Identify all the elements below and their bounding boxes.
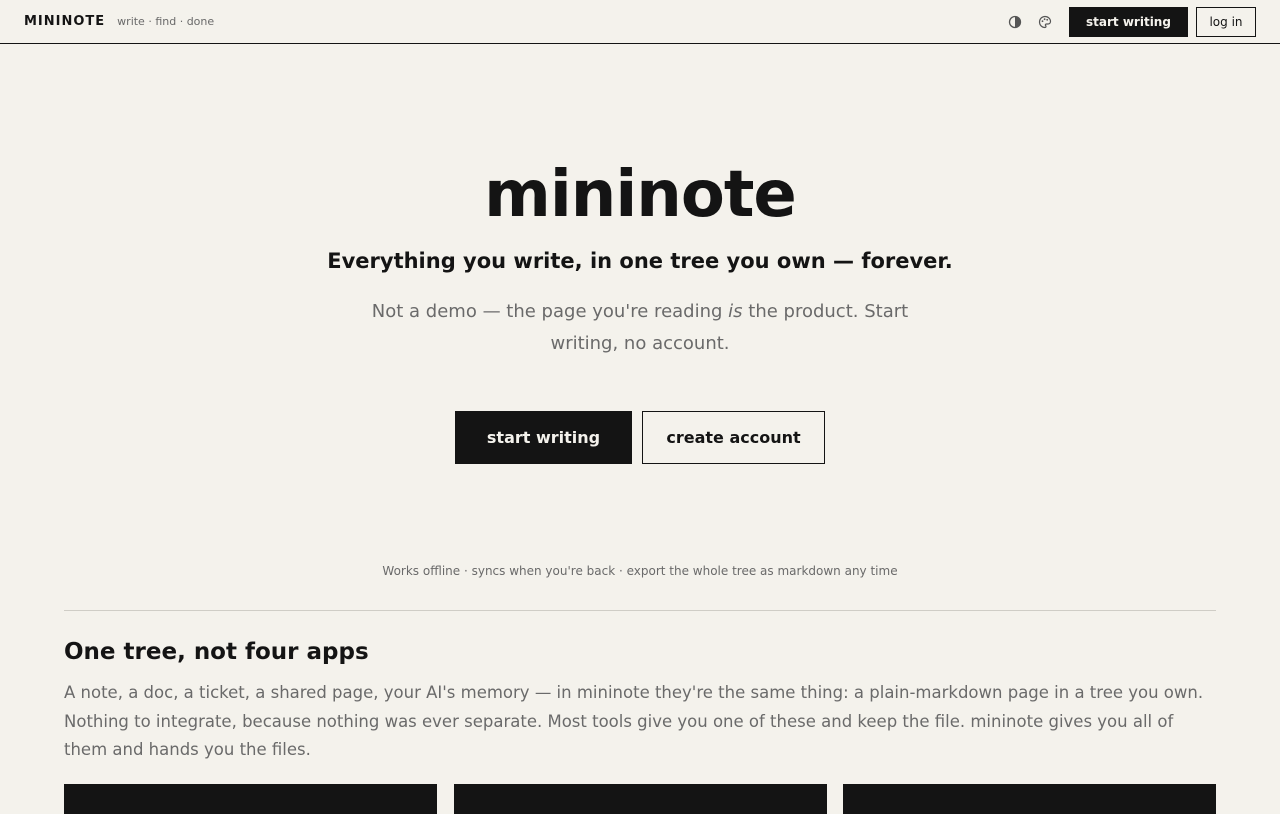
- section-title: One tree, not four apps: [64, 639, 369, 665]
- feature-cards: [64, 784, 1216, 814]
- feature-card[interactable]: [453, 784, 827, 814]
- tagline: write · find · done: [117, 15, 215, 28]
- start-writing-button[interactable]: start writing: [455, 411, 632, 464]
- brand-logo[interactable]: MININOTE: [24, 14, 105, 29]
- top-nav-actions: start writing log in: [1007, 6, 1256, 37]
- hero-description-start: Not a demo — the page you're reading: [371, 301, 729, 322]
- palette-icon[interactable]: [1037, 14, 1053, 30]
- feature-card[interactable]: [843, 784, 1216, 814]
- login-button[interactable]: log in: [1196, 6, 1256, 37]
- hero-description-emphasis: is: [728, 301, 743, 322]
- hero-subtitle: Everything you write, in one tree you ow…: [327, 249, 953, 273]
- hero-title: mininote: [484, 158, 797, 232]
- section-divider: [64, 610, 1216, 611]
- contrast-icon[interactable]: [1007, 14, 1023, 30]
- hero-cta-group: start writing create account: [455, 411, 825, 464]
- top-nav: MININOTE write · find · done start writi…: [0, 0, 1280, 44]
- features-footnote: Works offline · syncs when you're back ·…: [382, 564, 898, 578]
- hero-description: Not a demo — the page you're reading is …: [370, 296, 910, 360]
- create-account-button[interactable]: create account: [642, 411, 825, 464]
- feature-card[interactable]: [64, 784, 437, 814]
- section-body: A note, a doc, a ticket, a shared page, …: [64, 683, 1204, 759]
- header-start-writing-button[interactable]: start writing: [1069, 6, 1188, 37]
